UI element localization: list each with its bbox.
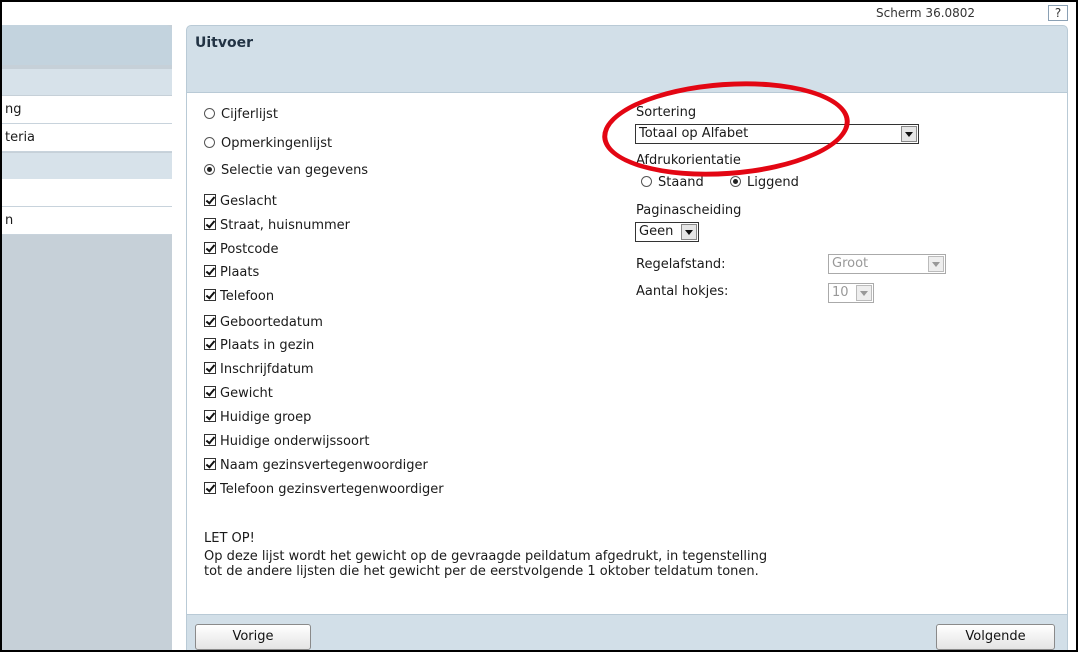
radio-button[interactable] xyxy=(204,137,215,148)
checkbox[interactable] xyxy=(204,315,216,327)
sidebar-item[interactable]: n xyxy=(2,207,172,235)
page-title: Uitvoer xyxy=(195,35,254,51)
sortering-value: Totaal op Alfabet xyxy=(639,126,749,141)
checkbox[interactable] xyxy=(204,458,216,470)
chevron-down-icon xyxy=(928,256,944,272)
sortering-select[interactable]: Totaal op Alfabet xyxy=(635,124,919,144)
checkbox[interactable] xyxy=(204,218,216,230)
checkbox-label: Straat, huisnummer xyxy=(220,218,350,233)
notice-line-1: Op deze lijst wordt het gewicht op de ge… xyxy=(204,549,768,564)
radio-button[interactable] xyxy=(730,176,741,187)
checkbox-telefoon[interactable]: Telefoon xyxy=(204,289,274,304)
checkbox-geslacht[interactable]: Geslacht xyxy=(204,194,277,209)
checkbox-label: Postcode xyxy=(220,242,279,257)
regelafstand-value: Groot xyxy=(832,256,869,271)
checkbox-label: Geslacht xyxy=(220,194,277,209)
checkbox[interactable] xyxy=(204,410,216,422)
paginascheiding-label: Paginascheiding xyxy=(636,203,742,218)
radio-button[interactable] xyxy=(641,176,652,187)
sidebar-section xyxy=(2,69,172,95)
sidebar-item[interactable] xyxy=(2,179,172,207)
help-button[interactable]: ? xyxy=(1048,5,1068,21)
checkbox-label: Plaats xyxy=(220,265,260,280)
checkbox-label: Huidige onderwijssoort xyxy=(220,434,370,449)
checkbox-gewicht[interactable]: Gewicht xyxy=(204,386,273,401)
checkbox-geboortedatum[interactable]: Geboortedatum xyxy=(204,315,323,330)
sidebar: ng teria n xyxy=(2,25,172,650)
screen-code: Scherm 36.0802 xyxy=(876,6,976,20)
sidebar-item[interactable]: ng xyxy=(2,96,172,124)
panel-header: Uitvoer xyxy=(186,25,1068,93)
checkbox[interactable] xyxy=(204,194,216,206)
next-button[interactable]: Volgende xyxy=(936,624,1055,650)
sidebar-item[interactable]: teria xyxy=(2,124,172,152)
regelafstand-label: Regelafstand: xyxy=(636,257,726,272)
aantal-hokjes-label: Aantal hokjes: xyxy=(636,284,729,299)
checkbox-telefoon-gezinsvertegenwoordiger[interactable]: Telefoon gezinsvertegenwoordiger xyxy=(204,482,444,497)
checkbox-label: Inschrijfdatum xyxy=(220,362,314,377)
radio-cijferlijst[interactable]: Cijferlijst xyxy=(204,107,278,122)
checkbox-label: Huidige groep xyxy=(220,410,312,425)
radio-button[interactable] xyxy=(204,108,215,119)
checkbox[interactable] xyxy=(204,482,216,494)
checkbox-label: Gewicht xyxy=(220,386,273,401)
radio-label: Selectie van gegevens xyxy=(221,163,369,178)
aantal-hokjes-value: 10 xyxy=(832,285,849,300)
radio-selectie-van-gegevens[interactable]: Selectie van gegevens xyxy=(204,163,368,178)
chevron-down-icon xyxy=(856,285,872,301)
regelafstand-select: Groot xyxy=(828,254,946,274)
checkbox-naam-gezinsvertegenwoordiger[interactable]: Naam gezinsvertegenwoordiger xyxy=(204,458,428,473)
radio-liggend[interactable]: Liggend xyxy=(730,175,799,190)
radio-label: Cijferlijst xyxy=(221,107,278,122)
previous-button[interactable]: Vorige xyxy=(195,624,311,650)
checkbox[interactable] xyxy=(204,265,216,277)
checkbox-label: Telefoon xyxy=(220,289,275,304)
checkbox-postcode[interactable]: Postcode xyxy=(204,242,279,257)
checkbox[interactable] xyxy=(204,289,216,301)
radio-label: Liggend xyxy=(747,175,799,190)
checkbox-label: Naam gezinsvertegenwoordiger xyxy=(220,458,428,473)
checkbox-label: Telefoon gezinsvertegenwoordiger xyxy=(220,482,444,497)
notice-line-2: tot de andere lijsten die het gewicht pe… xyxy=(204,564,759,579)
checkbox-straat[interactable]: Straat, huisnummer xyxy=(204,218,350,233)
aantal-hokjes-select: 10 xyxy=(828,283,874,303)
checkbox[interactable] xyxy=(204,362,216,374)
checkbox-plaats-in-gezin[interactable]: Plaats in gezin xyxy=(204,338,314,353)
notice-title: LET OP! xyxy=(204,531,255,546)
radio-label: Staand xyxy=(658,175,704,190)
checkbox-inschrijfdatum[interactable]: Inschrijfdatum xyxy=(204,362,314,377)
chevron-down-icon[interactable] xyxy=(901,126,917,142)
radio-button[interactable] xyxy=(204,164,215,175)
checkbox-huidige-onderwijssoort[interactable]: Huidige onderwijssoort xyxy=(204,434,369,449)
checkbox[interactable] xyxy=(204,242,216,254)
checkbox-plaats[interactable]: Plaats xyxy=(204,265,259,280)
sidebar-header xyxy=(2,25,172,65)
checkbox[interactable] xyxy=(204,338,216,350)
sortering-label: Sortering xyxy=(636,105,697,120)
checkbox[interactable] xyxy=(204,434,216,446)
paginascheiding-select[interactable]: Geen xyxy=(635,222,699,242)
checkbox-label: Plaats in gezin xyxy=(220,338,315,353)
sidebar-section xyxy=(2,153,172,179)
checkbox-huidige-groep[interactable]: Huidige groep xyxy=(204,410,311,425)
chevron-down-icon[interactable] xyxy=(681,224,697,240)
radio-staand[interactable]: Staand xyxy=(641,175,704,190)
afdrukorientatie-label: Afdrukorientatie xyxy=(636,153,741,168)
paginascheiding-value: Geen xyxy=(639,224,674,239)
radio-label: Opmerkingenlijst xyxy=(221,136,333,151)
checkbox[interactable] xyxy=(204,386,216,398)
checkbox-label: Geboortedatum xyxy=(220,315,323,330)
radio-opmerkingenlijst[interactable]: Opmerkingenlijst xyxy=(204,136,332,151)
